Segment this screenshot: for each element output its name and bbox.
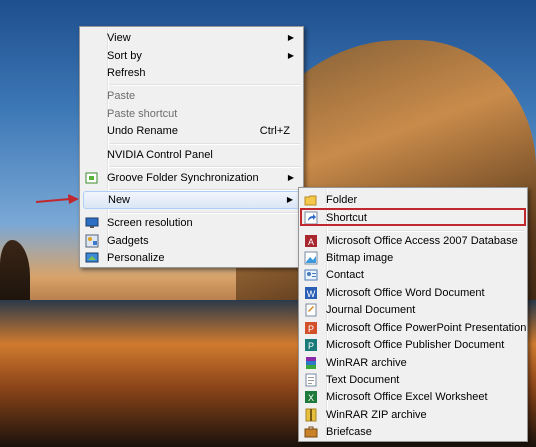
submenu-item-bitmap-image[interactable]: Bitmap image (302, 249, 524, 267)
winrar-icon (304, 356, 318, 370)
submenu-arrow-icon: ▶ (287, 173, 294, 182)
groove-sync-icon (85, 171, 99, 185)
word-icon: W (304, 286, 318, 300)
svg-text:P: P (308, 341, 314, 351)
submenu-item-excel-worksheet[interactable]: X Microsoft Office Excel Worksheet (302, 388, 524, 406)
submenu-item-journal-document[interactable]: Journal Document (302, 301, 524, 319)
submenu-arrow-icon: ▶ (287, 33, 294, 42)
submenu-item-contact[interactable]: Contact (302, 266, 524, 284)
publisher-icon: P (304, 338, 318, 352)
powerpoint-icon: P (304, 321, 318, 335)
submenu-item-publisher-document[interactable]: P Microsoft Office Publisher Document (302, 336, 524, 354)
menu-item-gadgets[interactable]: Gadgets (83, 232, 300, 250)
menu-item-screen-resolution[interactable]: Screen resolution (83, 214, 300, 232)
submenu-item-folder[interactable]: Folder (302, 191, 524, 209)
briefcase-icon (304, 425, 318, 439)
menu-item-view[interactable]: View ▶ (83, 29, 300, 47)
text-document-icon (304, 373, 318, 387)
folder-icon (304, 193, 318, 207)
contact-icon (304, 268, 318, 282)
submenu-item-winrar-archive[interactable]: WinRAR archive (302, 354, 524, 372)
access-icon: A (304, 234, 318, 248)
menu-item-sort-by[interactable]: Sort by ▶ (83, 47, 300, 65)
journal-icon (304, 303, 318, 317)
svg-text:X: X (308, 393, 314, 403)
menu-item-refresh[interactable]: Refresh (83, 64, 300, 82)
menu-separator (110, 143, 300, 145)
submenu-item-winrar-zip-archive[interactable]: WinRAR ZIP archive (302, 406, 524, 424)
submenu-item-access-database[interactable]: A Microsoft Office Access 2007 Database (302, 232, 524, 250)
svg-text:A: A (308, 237, 314, 247)
menu-item-paste-shortcut: Paste shortcut (107, 108, 178, 120)
menu-item-new[interactable]: New ▶ (83, 191, 300, 209)
svg-text:W: W (307, 289, 316, 299)
menu-item-groove-sync[interactable]: Groove Folder Synchronization ▶ (83, 169, 300, 187)
menu-item-paste: Paste (107, 90, 136, 102)
winrar-zip-icon (304, 408, 318, 422)
excel-icon: X (304, 390, 318, 404)
menu-item-personalize[interactable]: Personalize (83, 249, 300, 267)
submenu-item-word-document[interactable]: W Microsoft Office Word Document (302, 284, 524, 302)
desktop-context-menu: View ▶ Sort by ▶ Refresh Paste Paste sho… (79, 26, 304, 268)
submenu-arrow-icon: ▶ (286, 195, 293, 204)
wallpaper-rock-left (0, 240, 30, 300)
submenu-item-briefcase[interactable]: Briefcase (302, 423, 524, 441)
menu-item-undo-rename[interactable]: Undo Rename Ctrl+Z (83, 122, 300, 140)
menu-item-nvidia-control-panel[interactable]: NVIDIA Control Panel (83, 146, 300, 164)
svg-text:P: P (308, 324, 314, 334)
screen-resolution-icon (85, 216, 99, 230)
gadgets-icon (85, 234, 99, 248)
shortcut-highlight-box (300, 208, 526, 226)
submenu-arrow-icon: ▶ (287, 51, 294, 60)
menu-separator (110, 84, 300, 86)
personalize-icon (85, 251, 99, 265)
submenu-item-powerpoint-presentation[interactable]: P Microsoft Office PowerPoint Presentati… (302, 319, 526, 337)
menu-separator (110, 166, 300, 168)
shortcut-hint: Ctrl+Z (259, 125, 290, 137)
pointer-arrow-icon (35, 194, 79, 204)
bitmap-icon (304, 251, 318, 265)
submenu-item-text-document[interactable]: Text Document (302, 371, 524, 389)
